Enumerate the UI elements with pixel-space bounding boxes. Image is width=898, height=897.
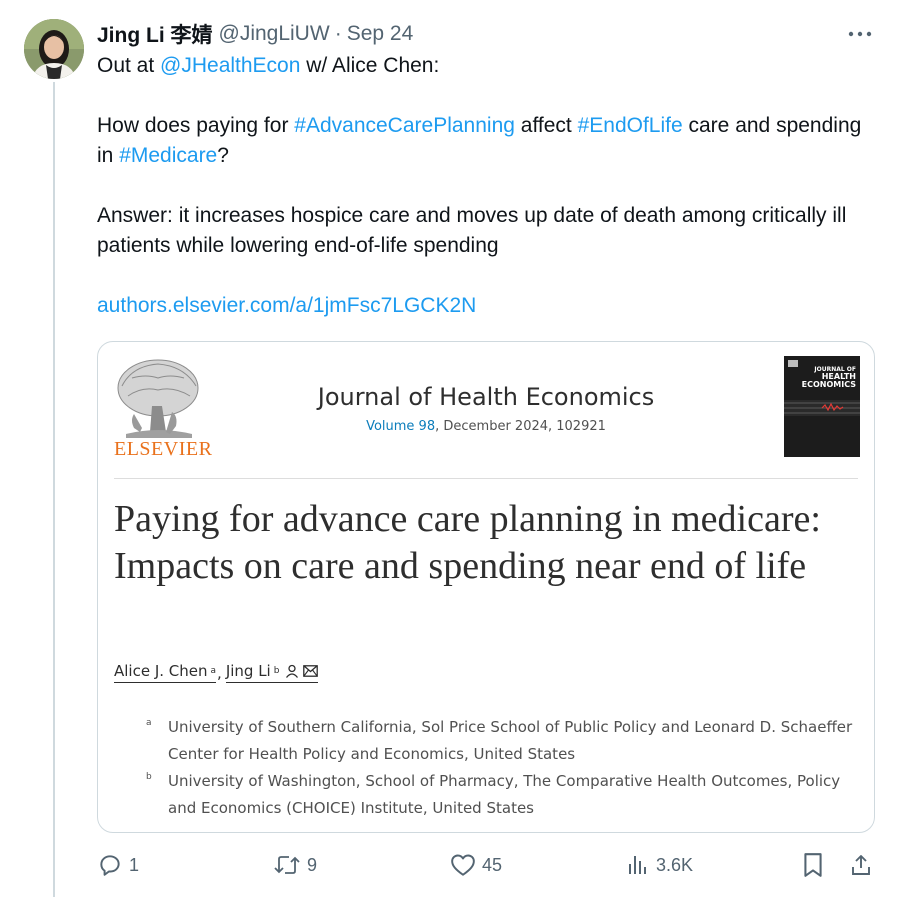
thread-line: [53, 82, 55, 897]
person-icon: [286, 664, 299, 678]
tweet-line-link: authors.elsevier.com/a/1jmFsc7LGCK2N: [97, 291, 867, 321]
intro-suffix: w/ Alice Chen:: [300, 54, 440, 77]
like-icon: [451, 854, 475, 876]
author2-name: Jing Li: [225, 662, 271, 680]
reply-icon: [100, 855, 120, 876]
display-name[interactable]: Jing Li 李婧: [97, 19, 213, 49]
journal-issue-info: , December 2024, 102921: [435, 419, 606, 434]
author-contact-icons: [285, 664, 319, 678]
bookmark-button[interactable]: [802, 850, 824, 880]
intro-prefix: Out at: [97, 54, 161, 77]
author2-affil-mark: b: [273, 666, 280, 676]
separator-dot: ·: [334, 22, 342, 45]
hashtag-advancecareplanning[interactable]: #AdvanceCarePlanning: [294, 114, 515, 137]
affiliation-b: b University of Washington, School of Pha…: [146, 768, 856, 822]
tweet-date[interactable]: Sep 24: [347, 22, 414, 46]
question-suffix: ?: [217, 144, 229, 167]
bookmark-icon: [804, 853, 822, 877]
views-count: 3.6K: [656, 854, 694, 875]
mention-jhealthecon[interactable]: @JHealthEcon: [160, 54, 300, 77]
question-mid1: affect: [514, 114, 578, 137]
tweet-line-question: How does paying for #AdvanceCarePlanning…: [97, 111, 867, 171]
hashtag-medicare[interactable]: #Medicare: [119, 144, 217, 167]
journal-title: Journal of Health Economics: [317, 383, 655, 411]
tweet-actions: 1 9 45 3.6K: [97, 850, 877, 880]
repost-button[interactable]: 9: [273, 850, 317, 880]
repost-icon: [274, 856, 300, 874]
affiliation-b-mark: b: [146, 772, 152, 782]
user-handle[interactable]: @JingLiUW: [219, 22, 330, 46]
article-title: Paying for advance care planning in medi…: [114, 498, 821, 587]
tweet-line-intro: Out at @JHealthEcon w/ Alice Chen:: [97, 51, 867, 81]
mail-icon: [303, 665, 319, 677]
avatar[interactable]: [24, 19, 84, 79]
avatar-image: [24, 19, 84, 79]
share-icon: [852, 855, 870, 875]
journal-cover: JOURNAL OF HEALTH ECONOMICS: [784, 356, 860, 457]
affiliation-a-mark: a: [146, 718, 152, 728]
reply-button[interactable]: 1: [97, 850, 139, 880]
hashtag-endoflife[interactable]: #EndOfLife: [578, 114, 683, 137]
reply-count: 1: [129, 854, 140, 875]
like-button[interactable]: 45: [450, 850, 502, 880]
views-button[interactable]: 3.6K: [626, 850, 693, 880]
affiliation-a: a University of Southern California, Sol …: [146, 714, 856, 768]
author-list: Alice J. Chen a , Jing Li b: [114, 662, 319, 683]
article-card[interactable]: ELSEVIER Journal of Health Economics Vol…: [97, 341, 875, 833]
views-icon: [629, 856, 646, 874]
author-jing-li[interactable]: Jing Li b: [225, 662, 319, 683]
more-icon[interactable]: [845, 20, 875, 48]
tweet-text: Out at @JHealthEcon w/ Alice Chen: How d…: [97, 51, 867, 321]
tweet-header: Jing Li 李婧 @JingLiUW · Sep 24: [97, 20, 413, 48]
tweet-line-answer: Answer: it increases hospice care and mo…: [97, 204, 847, 257]
repost-count: 9: [307, 854, 318, 875]
article-link[interactable]: authors.elsevier.com/a/1jmFsc7LGCK2N: [97, 294, 476, 317]
affiliation-a-text: University of Southern California, Sol P…: [168, 718, 853, 763]
affiliations: a University of Southern California, Sol …: [146, 714, 856, 822]
elsevier-wordmark: ELSEVIER: [114, 438, 213, 460]
affiliation-b-text: University of Washington, School of Phar…: [168, 772, 841, 817]
cover-title: JOURNAL OF HEALTH ECONOMICS: [802, 366, 856, 389]
question-prefix: How does paying for: [97, 114, 295, 137]
author1-affil-mark: a: [210, 666, 217, 676]
author-alice-chen[interactable]: Alice J. Chen a: [114, 662, 217, 683]
like-count: 45: [482, 854, 503, 875]
author-separator: ,: [217, 663, 222, 682]
journal-meta: Volume 98, December 2024, 102921: [98, 419, 874, 434]
card-divider: [114, 478, 858, 479]
author1-name: Alice J. Chen: [114, 662, 208, 680]
journal-volume: Volume 98: [366, 419, 436, 434]
share-button[interactable]: [849, 850, 873, 880]
cover-title-line3: ECONOMICS: [801, 380, 856, 389]
